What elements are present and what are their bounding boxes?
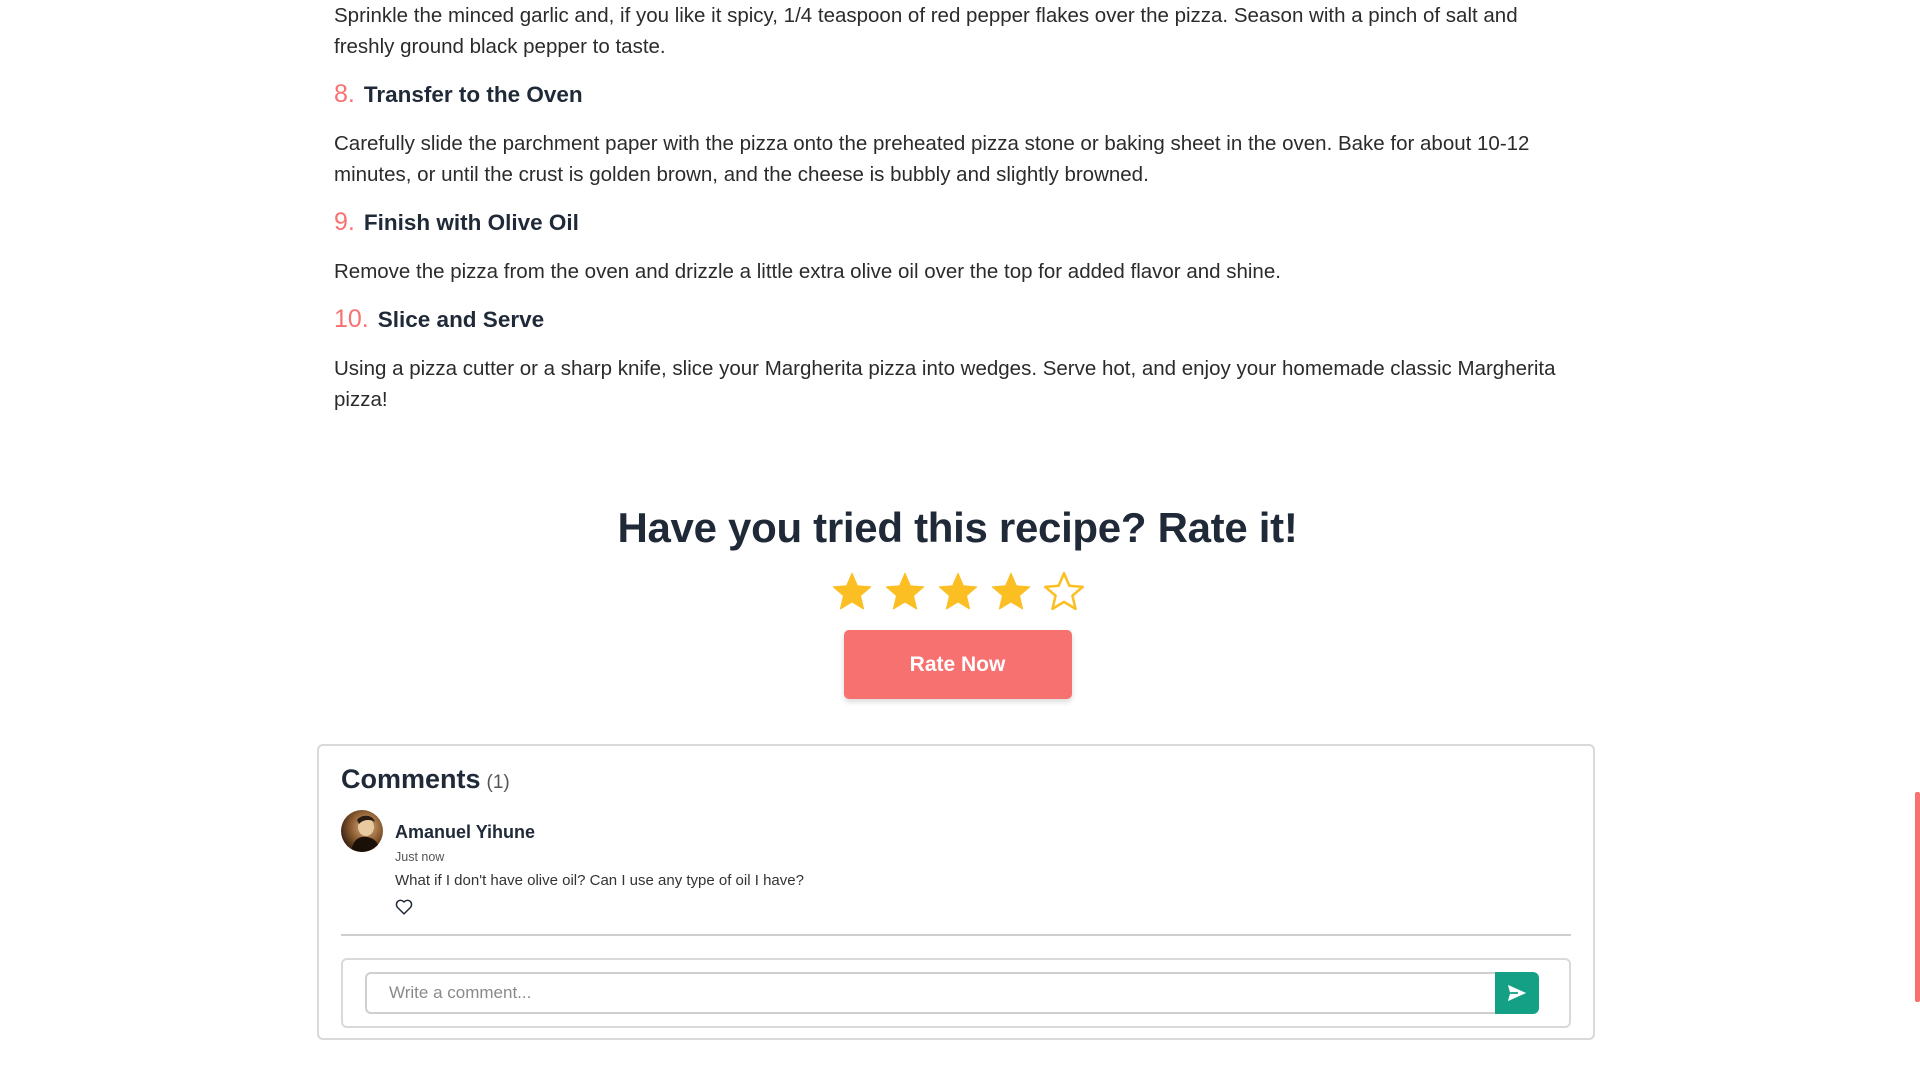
comment-body: Amanuel Yihune Just now What if I don't … [395,822,804,915]
rating-title: Have you tried this recipe? Rate it! [617,504,1298,551]
avatar[interactable] [341,810,383,852]
comment-time: Just now [395,850,445,864]
star-rating [0,570,1915,614]
step-7-text: Sprinkle the minced garlic and, if you l… [334,4,1518,58]
star-filled-icon[interactable] [830,570,874,614]
rate-now-button[interactable]: Rate Now [843,630,1072,699]
avatar-image [351,815,381,852]
comment-author[interactable]: Amanuel Yihune [395,822,804,843]
comment-form [341,958,1571,1028]
step-10-text: Using a pizza cutter or a sharp knife, s… [334,357,1556,411]
comments-title: Comments [341,764,481,794]
step-title: Slice and Serve [377,307,545,332]
step-number: 9. [334,208,355,236]
rating-section: Have you tried this recipe? Rate it! Rat… [0,504,1915,699]
recipe-instructions: Sprinkle the minced garlic and, if you l… [334,0,1566,415]
step-10-heading: 10. Slice and Serve [334,305,1566,334]
heart-outline-icon[interactable] [395,899,413,915]
step-9-heading: 9. Finish with Olive Oil [334,208,1566,237]
step-number: 10. [334,305,369,333]
comments-divider [341,934,1571,936]
send-icon [1507,984,1527,1002]
comments-count: (1) [486,772,510,793]
comments-header: Comments (1) [341,764,510,795]
scrollbar-thumb[interactable] [1915,792,1920,1002]
comments-card: Comments (1) Amanuel Yihune Just now Wha… [317,744,1595,1040]
step-title: Finish with Olive Oil [363,210,579,235]
step-9-text: Remove the pizza from the oven and drizz… [334,260,1281,283]
step-number: 8. [334,80,355,108]
send-button[interactable] [1495,972,1539,1014]
step-title: Transfer to the Oven [363,82,583,107]
comment-input[interactable] [365,972,1495,1014]
star-filled-icon[interactable] [936,570,980,614]
step-8-text: Carefully slide the parchment paper with… [334,132,1530,186]
comment-text: What if I don't have olive oil? Can I us… [395,872,804,889]
step-8-heading: 8. Transfer to the Oven [334,80,1566,109]
star-filled-icon[interactable] [989,570,1033,614]
star-filled-icon[interactable] [883,570,927,614]
star-empty-icon[interactable] [1042,570,1086,614]
